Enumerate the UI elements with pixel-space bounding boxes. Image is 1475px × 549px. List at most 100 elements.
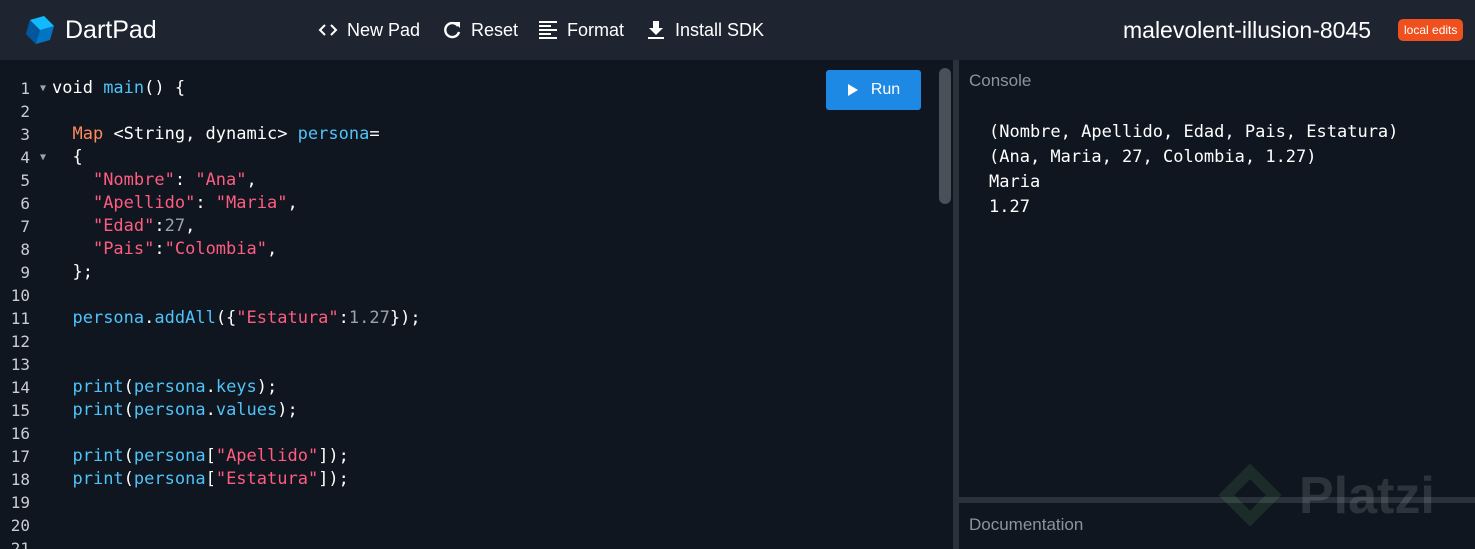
line-number: 2 (20, 102, 30, 121)
format-button[interactable]: Format (537, 18, 624, 42)
code-line: persona.addAll({"Estatura":1.27}); (52, 307, 421, 330)
code-token: Map (72, 124, 104, 144)
platzi-wordmark: Platzi (1299, 467, 1435, 525)
line-number: 11 (10, 309, 30, 328)
code-token: "Colombia" (164, 239, 267, 259)
code-token: print (72, 469, 124, 489)
line-number: 14 (10, 378, 30, 397)
code-token: ); (277, 400, 298, 420)
download-icon (648, 21, 664, 39)
code-token: persona (133, 400, 206, 420)
code-token: }; (52, 262, 93, 282)
code-token: <String, dynamic> (103, 124, 298, 144)
line-number: 17 (10, 447, 30, 466)
code-line: "Apellido": "Maria", (52, 192, 421, 215)
code-token: () { (144, 78, 186, 98)
reset-label: Reset (471, 19, 519, 40)
code-token: : (174, 170, 196, 190)
code-token: "Pais" (92, 239, 155, 259)
editor-scrollbar[interactable] (939, 68, 951, 204)
code-token: ( (123, 469, 134, 489)
line-number: 18 (10, 470, 30, 489)
code-token: "Estatura" (215, 469, 319, 489)
code-line: print(persona["Apellido"]); (52, 445, 421, 468)
code-token: ( (123, 400, 134, 420)
install-sdk-button[interactable]: Install SDK (645, 18, 764, 42)
local-edits-badge: local edits (1398, 19, 1464, 41)
code-token: ); (256, 377, 278, 397)
console-line: 1.27 (989, 197, 1030, 217)
line-number: 8 (20, 240, 30, 259)
console-output: (Nombre, Apellido, Edad, Pais, Estatura)… (989, 120, 1398, 220)
platzi-watermark: Platzi (1215, 458, 1475, 538)
code-token: values (215, 400, 278, 420)
pad-name[interactable]: malevolent-illusion-8045 (1123, 16, 1371, 44)
code-token: , (266, 239, 278, 259)
code-line: "Nombre": "Ana", (52, 169, 421, 192)
fold-arrow-icon[interactable]: ▼ (40, 77, 46, 100)
fold-arrow-icon[interactable]: ▼ (40, 146, 46, 169)
top-bar: DartPad New Pad Reset Format Install SDK… (0, 0, 1475, 60)
code-line: }; (52, 261, 421, 284)
console-panel: Console (Nombre, Apellido, Edad, Pais, E… (959, 60, 1475, 497)
line-number: 6 (20, 194, 30, 213)
code-line: print(persona.values); (52, 399, 421, 422)
code-token: , (287, 193, 298, 213)
refresh-icon (444, 21, 461, 39)
code-editor[interactable]: 1 ▼ 2 3 4 ▼ 5 6 7 8 9 10 11 12 13 14 15 16 17 18 19 20 21 void… (0, 60, 953, 549)
code-token: persona (133, 446, 206, 466)
reset-button[interactable]: Reset (441, 18, 518, 42)
code-token: 27 (164, 216, 186, 236)
line-number: 5 (20, 171, 30, 190)
line-number: 19 (10, 493, 30, 512)
code-token: : (338, 308, 349, 328)
code-token: [ (205, 446, 216, 466)
line-number: 1 ▼ (20, 77, 46, 100)
line-number: 20 (10, 516, 30, 535)
code-token: void (52, 78, 104, 98)
code-token: "Nombre" (92, 170, 175, 190)
format-label: Format (567, 19, 625, 40)
code-line: "Edad":27, (52, 215, 421, 238)
line-number: 9 (20, 263, 30, 282)
code-token: : (154, 216, 165, 236)
code-line: Map <String, dynamic> persona= (52, 123, 421, 146)
code-icon (318, 24, 338, 36)
play-icon (847, 84, 858, 96)
run-label: Run (870, 81, 901, 98)
code-token: print (72, 446, 124, 466)
code-token: [ (205, 469, 216, 489)
code-token: }); (389, 308, 421, 328)
code-token: "Maria" (215, 193, 288, 213)
code-token: "Edad" (92, 216, 155, 236)
new-pad-button[interactable]: New Pad (317, 18, 420, 42)
code-token: persona (297, 124, 370, 144)
code-token: addAll (154, 308, 216, 328)
code-line: print(persona["Estatura"]); (52, 468, 421, 491)
code-token: . (144, 308, 155, 328)
line-number: 4 ▼ (20, 146, 46, 169)
code-token: print (72, 400, 124, 420)
code-token: ({ (215, 308, 237, 328)
code-line: { (52, 146, 421, 169)
line-number: 10 (10, 286, 30, 305)
code-token: ( (123, 446, 134, 466)
console-line: (Ana, Maria, 27, Colombia, 1.27) (989, 147, 1317, 167)
line-number: 15 (10, 401, 30, 420)
console-title: Console (969, 71, 1032, 90)
run-button[interactable]: Run (826, 70, 921, 110)
code-token: print (72, 377, 124, 397)
code-token: , (185, 216, 196, 236)
line-number: 12 (10, 332, 30, 351)
code-area[interactable]: void main() { Map <String, dynamic> pers… (52, 77, 421, 549)
